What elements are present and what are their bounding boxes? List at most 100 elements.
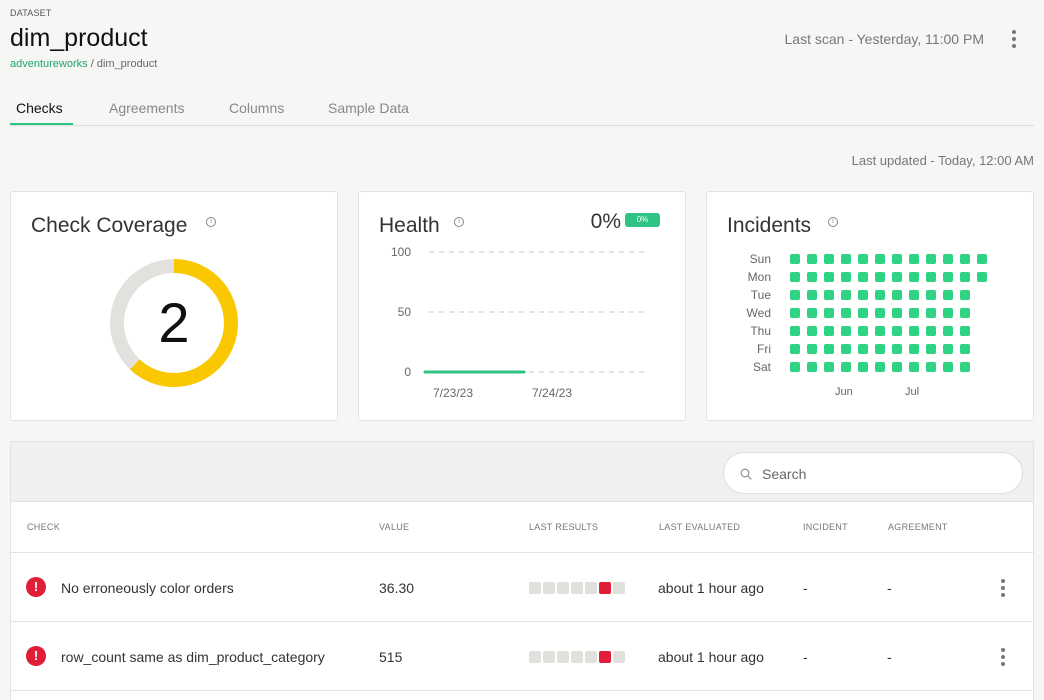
incident-cell[interactable] [909, 254, 919, 264]
result-fail[interactable] [599, 651, 611, 663]
result-pass[interactable] [613, 582, 625, 594]
incident-cell[interactable] [926, 272, 936, 282]
result-fail[interactable] [599, 582, 611, 594]
incident-cell[interactable] [841, 290, 851, 300]
tab-agreements[interactable]: Agreements [109, 100, 184, 116]
incident-cell[interactable] [790, 254, 800, 264]
result-pass[interactable] [585, 582, 597, 594]
breadcrumb-link-adventureworks[interactable]: adventureworks [10, 58, 88, 70]
incident-cell[interactable] [824, 290, 834, 300]
incident-cell[interactable] [790, 272, 800, 282]
incident-cell[interactable] [790, 344, 800, 354]
incident-cell[interactable] [892, 326, 902, 336]
incident-cell[interactable] [909, 344, 919, 354]
search-box[interactable] [723, 452, 1023, 494]
incident-cell[interactable] [960, 254, 970, 264]
incident-cell[interactable] [841, 272, 851, 282]
incident-cell[interactable] [943, 362, 953, 372]
incident-cell[interactable] [824, 308, 834, 318]
tab-columns[interactable]: Columns [229, 100, 284, 116]
incident-cell[interactable] [824, 344, 834, 354]
result-pass[interactable] [613, 651, 625, 663]
incident-cell[interactable] [892, 290, 902, 300]
incident-cell[interactable] [858, 362, 868, 372]
incident-cell[interactable] [858, 254, 868, 264]
tab-checks[interactable]: Checks [16, 100, 63, 116]
column-header-last-results[interactable]: LAST RESULTS [529, 522, 598, 532]
column-header-last-evaluated[interactable]: LAST EVALUATED [659, 522, 740, 532]
incident-cell[interactable] [790, 326, 800, 336]
incident-cell[interactable] [807, 326, 817, 336]
incident-cell[interactable] [892, 254, 902, 264]
incident-cell[interactable] [807, 308, 817, 318]
incident-cell[interactable] [960, 362, 970, 372]
tab-sample-data[interactable]: Sample Data [328, 100, 409, 116]
incident-cell[interactable] [926, 326, 936, 336]
incident-cell[interactable] [824, 254, 834, 264]
incident-cell[interactable] [909, 308, 919, 318]
column-header-check[interactable]: CHECK [27, 522, 60, 532]
incident-cell[interactable] [960, 344, 970, 354]
result-pass[interactable] [585, 651, 597, 663]
result-pass[interactable] [543, 651, 555, 663]
incident-cell[interactable] [858, 272, 868, 282]
more-options-icon[interactable] [1004, 28, 1024, 50]
incident-cell[interactable] [807, 362, 817, 372]
incident-cell[interactable] [977, 254, 987, 264]
incident-cell[interactable] [892, 272, 902, 282]
incident-cell[interactable] [875, 290, 885, 300]
result-pass[interactable] [557, 582, 569, 594]
incident-cell[interactable] [875, 326, 885, 336]
incident-cell[interactable] [960, 290, 970, 300]
incident-cell[interactable] [841, 326, 851, 336]
incident-cell[interactable] [824, 272, 834, 282]
incident-cell[interactable] [841, 344, 851, 354]
incident-cell[interactable] [943, 290, 953, 300]
incident-cell[interactable] [943, 326, 953, 336]
incident-cell[interactable] [926, 308, 936, 318]
incident-cell[interactable] [875, 308, 885, 318]
incident-cell[interactable] [892, 362, 902, 372]
incident-cell[interactable] [858, 290, 868, 300]
incident-cell[interactable] [960, 272, 970, 282]
result-pass[interactable] [529, 651, 541, 663]
incident-cell[interactable] [909, 272, 919, 282]
result-pass[interactable] [557, 651, 569, 663]
incident-cell[interactable] [926, 290, 936, 300]
incident-cell[interactable] [858, 308, 868, 318]
incident-cell[interactable] [875, 272, 885, 282]
result-pass[interactable] [529, 582, 541, 594]
incident-cell[interactable] [943, 344, 953, 354]
incident-cell[interactable] [790, 362, 800, 372]
incident-cell[interactable] [790, 308, 800, 318]
check-name[interactable]: row_count same as dim_product_category [61, 649, 325, 665]
incident-cell[interactable] [926, 344, 936, 354]
incident-cell[interactable] [943, 254, 953, 264]
incident-cell[interactable] [926, 362, 936, 372]
incident-cell[interactable] [807, 272, 817, 282]
incident-cell[interactable] [824, 362, 834, 372]
info-icon[interactable]: i [206, 217, 216, 227]
result-pass[interactable] [571, 582, 583, 594]
incident-cell[interactable] [909, 326, 919, 336]
incident-cell[interactable] [807, 344, 817, 354]
incident-cell[interactable] [824, 326, 834, 336]
search-input[interactable] [762, 463, 1002, 485]
result-pass[interactable] [571, 651, 583, 663]
row-options-icon[interactable] [993, 577, 1013, 599]
incident-cell[interactable] [807, 254, 817, 264]
column-header-value[interactable]: VALUE [379, 522, 409, 532]
incident-cell[interactable] [943, 272, 953, 282]
incident-cell[interactable] [892, 308, 902, 318]
incident-cell[interactable] [909, 362, 919, 372]
result-pass[interactable] [543, 582, 555, 594]
incident-cell[interactable] [841, 362, 851, 372]
check-name[interactable]: No erroneously color orders [61, 580, 234, 596]
info-icon[interactable]: i [828, 217, 838, 227]
incident-cell[interactable] [790, 290, 800, 300]
incident-cell[interactable] [926, 254, 936, 264]
incident-cell[interactable] [841, 254, 851, 264]
table-row[interactable]: ! No erroneously color orders 36.30 abou… [11, 553, 1033, 622]
incident-cell[interactable] [977, 272, 987, 282]
table-row[interactable]: ! row_count same as dim_product_category… [11, 622, 1033, 691]
